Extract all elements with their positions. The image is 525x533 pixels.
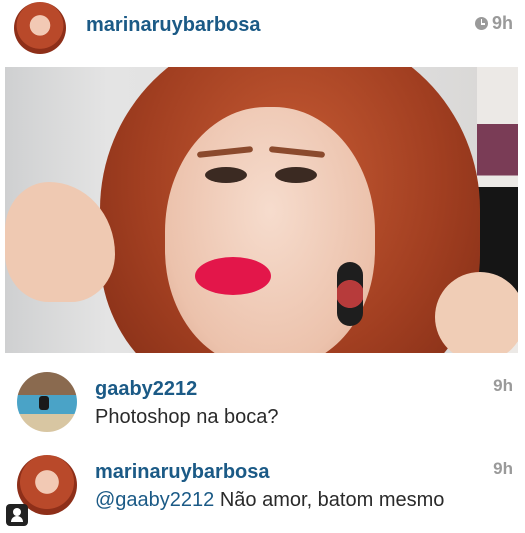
comment-timestamp: 9h (493, 459, 513, 478)
photo-earring (337, 262, 363, 326)
post-author-avatar[interactable] (14, 2, 66, 54)
comment-mention-link[interactable]: @gaaby2212 (95, 489, 214, 511)
post-photo[interactable] (5, 67, 518, 353)
photo-arm (5, 182, 115, 302)
post-time-label: 9h (491, 13, 513, 33)
comment-item: marinaruybarbosa 9h @gaaby2212 Não amor,… (0, 455, 525, 525)
clock-icon (474, 17, 488, 30)
post-author-username[interactable]: marinaruybarbosa (86, 14, 261, 37)
comment-timestamp: 9h (493, 376, 513, 395)
instagram-post: marinaruybarbosa 9h gaaby2212 9h Photosh… (0, 0, 525, 533)
post-timestamp: 9h (474, 13, 513, 34)
comment-text: @gaaby2212 Não amor, batom mesmo (95, 489, 444, 512)
person-tag-icon[interactable] (6, 504, 28, 526)
comment-author-avatar[interactable] (17, 372, 77, 432)
comment-body: Não amor, batom mesmo (214, 489, 445, 511)
comment-body: Photoshop na boca? (95, 406, 279, 428)
comment-text: Photoshop na boca? (95, 406, 279, 429)
photo-right-eye (275, 167, 317, 183)
comment-author-username[interactable]: gaaby2212 (95, 378, 197, 401)
photo-lips (195, 257, 271, 295)
post-header: marinaruybarbosa 9h (0, 0, 525, 62)
photo-hand (435, 272, 518, 353)
photo-left-eye (205, 167, 247, 183)
comment-author-username[interactable]: marinaruybarbosa (95, 461, 270, 484)
comment-item: gaaby2212 9h Photoshop na boca? (0, 372, 525, 442)
